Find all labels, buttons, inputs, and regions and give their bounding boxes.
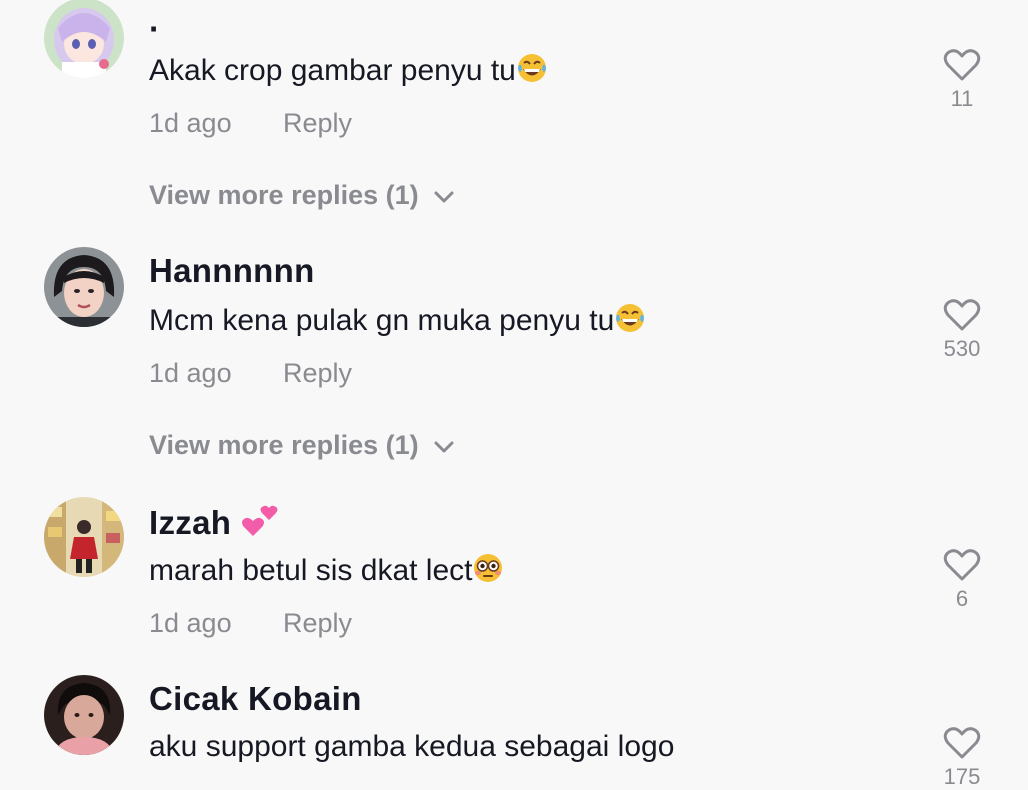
username-text: Izzah [149,504,232,541]
reply-button[interactable]: Reply [283,608,352,639]
like-count: 530 [943,336,981,361]
heart-icon [938,726,986,760]
like-button[interactable]: 11 [938,48,986,112]
two-hearts-icon [241,502,279,546]
avatar[interactable] [44,247,124,327]
reply-button[interactable]: Reply [283,108,352,139]
like-button[interactable]: 175 [938,726,986,790]
comment-text: Akak crop gambar penyu tu [149,52,548,92]
like-count: 11 [950,86,974,111]
comment-meta: 1d ago Reply [149,358,352,389]
comment-username[interactable]: Cicak Kobain [149,680,362,718]
laughing-tears-emoji-icon [516,52,548,92]
flushed-face-emoji-icon [472,552,504,592]
comment-text: Mcm kena pulak gn muka penyu tu [149,302,646,342]
comment-text-content: Akak crop gambar penyu tu [149,54,516,87]
chevron-down-icon [433,430,455,461]
comment-text: marah betul sis dkat lect [149,552,504,592]
comment-username[interactable]: · [149,10,160,48]
comment-text-content: marah betul sis dkat lect [149,554,473,587]
reply-button[interactable]: Reply [283,358,352,389]
avatar[interactable] [44,497,124,577]
view-more-replies-button[interactable]: View more replies (1) [149,180,455,211]
comment-timestamp: 1d ago [149,358,232,388]
like-button[interactable]: 530 [938,298,986,362]
comment-username[interactable]: Hannnnnn [149,252,315,290]
comment-meta: 1d ago Reply [149,108,352,139]
comment-timestamp: 1d ago [149,108,232,138]
chevron-down-icon [433,180,455,211]
laughing-tears-emoji-icon [614,302,646,342]
view-more-replies-label: View more replies (1) [149,180,419,210]
heart-icon [938,298,986,332]
heart-icon [938,548,986,582]
avatar[interactable] [44,675,124,755]
view-more-replies-button[interactable]: View more replies (1) [149,430,455,461]
comment-username[interactable]: Izzah [149,502,279,546]
like-button[interactable]: 6 [938,548,986,612]
view-more-replies-label: View more replies (1) [149,430,419,460]
avatar[interactable] [44,0,124,78]
like-count: 6 [955,586,969,611]
like-count: 175 [943,764,981,789]
heart-icon [938,48,986,82]
comment-text: aku support gamba kedua sebagai logo [149,730,675,763]
comment-text-content: Mcm kena pulak gn muka penyu tu [149,304,615,337]
comment-timestamp: 1d ago [149,608,232,638]
comment-meta: 1d ago Reply [149,608,352,639]
